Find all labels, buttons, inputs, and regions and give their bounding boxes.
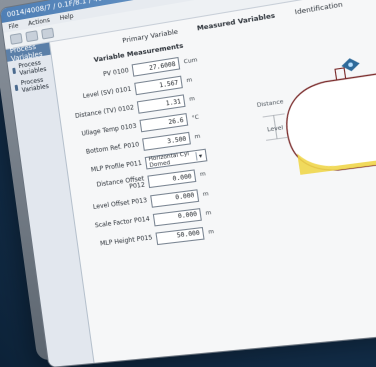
level-label: Level (SV) 0101: [68, 86, 132, 102]
main-panel: Primary Variable Measured Variables Iden…: [50, 0, 376, 367]
distance-offset-label: Distance Offset P012: [80, 176, 145, 197]
content: Variable Measurements PV 0100 27.6008 Cu…: [63, 3, 376, 253]
distance-unit: m: [189, 94, 207, 103]
scale-factor-value[interactable]: 0.000: [153, 208, 202, 226]
tab-primary-variable[interactable]: Primary Variable: [122, 27, 179, 44]
folder-icon: [12, 68, 16, 75]
bottom-ref-label: Bottom Ref. P010: [76, 142, 140, 157]
variables-form: Variable Measurements PV 0100 27.6008 Cu…: [63, 36, 247, 253]
nozzle: [336, 68, 347, 80]
tank-diagram: Distance Level: [255, 36, 376, 190]
bottom-ref-value[interactable]: 3.500: [143, 132, 192, 151]
mlp-height-label: MLP Height P015: [89, 236, 153, 250]
distance-offset-value[interactable]: 0.000: [148, 170, 197, 189]
pv-value[interactable]: 27.6008: [132, 57, 181, 77]
distance-offset-unit: m: [200, 170, 218, 179]
photo-scene: 0014/4008/7 / 0.1F/8.1 / 403 / 4008 / 40…: [0, 0, 376, 367]
folder-icon: [15, 85, 19, 92]
level-unit: m: [186, 75, 204, 84]
sidebar-item-2[interactable]: Process Variables: [14, 75, 52, 95]
level-offset-label: Level Offset P013: [83, 198, 147, 213]
toolbar-button-1[interactable]: [10, 33, 23, 45]
main-layout: Process Variables Process Variables Proc…: [6, 0, 376, 367]
toolbar-button-3[interactable]: [41, 27, 54, 39]
tab-identification[interactable]: Identification: [294, 0, 343, 16]
mlp-profile-value: Horizontal Cyl Domed: [148, 150, 197, 169]
tank-svg: [255, 36, 376, 190]
level-value[interactable]: 1.567: [135, 76, 184, 96]
monitor-bezel: 0014/4008/7 / 0.1F/8.1 / 403 / 4008 / 40…: [0, 0, 376, 361]
sidebar-item-label: Process Variables: [20, 75, 51, 94]
scale-factor-unit: m: [205, 208, 223, 216]
screen: 0014/4008/7 / 0.1F/8.1 / 403 / 4008 / 40…: [0, 0, 376, 367]
ullage-temp-value[interactable]: 26.6: [140, 113, 189, 132]
distance-value[interactable]: 1.31: [137, 94, 186, 113]
pv-unit: Cum: [184, 57, 202, 66]
tank: [257, 48, 376, 179]
level-offset-unit: m: [202, 189, 220, 197]
scale-factor-label: Scale Factor P014: [86, 217, 150, 231]
toolbar-button-2[interactable]: [25, 30, 38, 42]
ullage-temp-unit: °C: [192, 113, 210, 122]
ullage-temp-label: Ullage Temp 0103: [73, 123, 137, 139]
mlp-height-value[interactable]: 50.000: [156, 226, 205, 244]
mlp-profile-label: MLP Profile P011: [78, 161, 142, 176]
mlp-height-unit: m: [208, 227, 226, 235]
menu-file[interactable]: File: [8, 22, 19, 31]
pv-label: PV 0100: [65, 68, 129, 84]
level-offset-value[interactable]: 0.000: [151, 189, 200, 208]
bottom-ref-unit: m: [194, 132, 212, 141]
distance-label: Distance (TV) 0102: [71, 105, 135, 121]
tank-outline: [281, 68, 376, 176]
chevron-down-icon[interactable]: ▾: [196, 151, 205, 160]
mlp-profile-select[interactable]: Horizontal Cyl Domed ▾: [145, 149, 208, 170]
